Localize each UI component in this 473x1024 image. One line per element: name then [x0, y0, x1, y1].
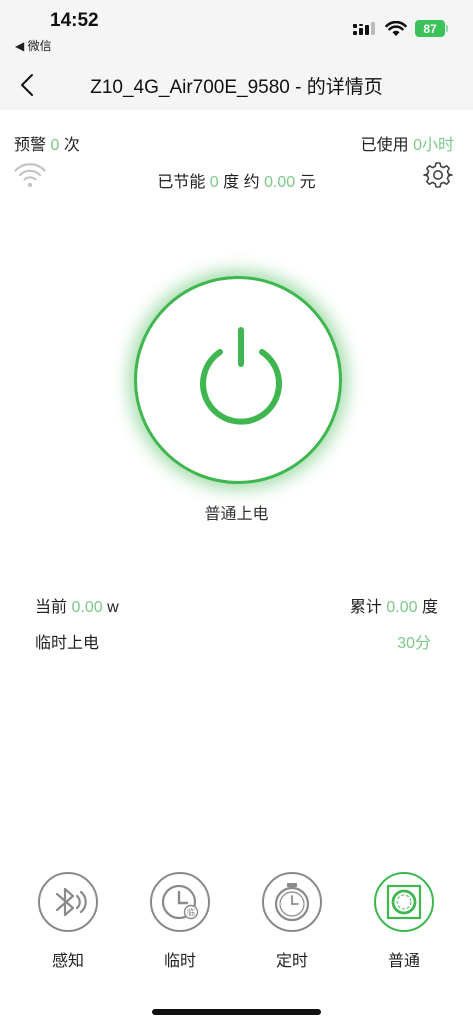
- saved-money-value: 0.00: [264, 174, 296, 191]
- temp-clock-icon: 临: [161, 884, 199, 920]
- saved-unit: 度 约: [223, 174, 260, 191]
- home-indicator[interactable]: [152, 1009, 321, 1015]
- saved-value: 0: [209, 174, 219, 191]
- total-unit: 度: [421, 599, 438, 616]
- tab-timer-label: 定时: [275, 953, 308, 970]
- usage-time: 已使用 0小时: [361, 131, 454, 155]
- saved-money-unit: 元: [299, 174, 316, 191]
- tab-normal-button[interactable]: [374, 872, 434, 932]
- warning-label: 预警: [14, 137, 47, 154]
- tab-timer[interactable]: 定时: [252, 872, 332, 971]
- power-toggle-button[interactable]: [134, 276, 342, 484]
- warning-unit: 次: [63, 137, 80, 154]
- total-label: 累计: [349, 599, 382, 616]
- normal-power-icon: [386, 884, 422, 920]
- tab-temp-label: 临时: [163, 953, 196, 970]
- warning-value: 0: [50, 137, 60, 154]
- battery-level: 87: [423, 21, 437, 36]
- tab-temp-button[interactable]: 临: [150, 872, 210, 932]
- temp-power-duration: 30分: [397, 635, 431, 652]
- nav-bar: Z10_4G_Air700E_9580 - 的详情页: [0, 60, 473, 110]
- usage-value: 0小时: [413, 137, 454, 154]
- wifi-status-icon: [385, 20, 407, 36]
- tab-sense[interactable]: 感知: [28, 872, 108, 971]
- total-value: 0.00: [386, 599, 418, 616]
- status-icons: 87: [353, 20, 448, 37]
- bluetooth-sense-icon: [55, 887, 87, 917]
- tab-sense-button[interactable]: [38, 872, 98, 932]
- energy-saved: 已节能 0 度 约 0.00 元: [0, 168, 473, 192]
- saved-label: 已节能: [157, 174, 206, 191]
- usage-label: 已使用: [360, 137, 409, 154]
- settings-gear-icon[interactable]: [423, 160, 453, 190]
- tab-temp[interactable]: 临 临时: [140, 872, 220, 971]
- accumulated-energy: 累计 0.00 度: [350, 593, 438, 617]
- status-bar: 14:52 ◀ 微信 87: [0, 0, 473, 60]
- power-mode-label: 普通上电: [204, 506, 269, 523]
- tab-normal[interactable]: 普通: [364, 872, 444, 971]
- tab-timer-button[interactable]: [262, 872, 322, 932]
- temp-power-label: 临时上电: [35, 635, 100, 652]
- alarm-clock-icon: [274, 883, 310, 922]
- current-unit: w: [107, 599, 119, 616]
- tab-normal-label: 普通: [387, 953, 420, 970]
- current-power: 当前 0.00 w: [35, 593, 119, 617]
- mode-tab-bar: 感知 临 临时 定时 普通: [0, 872, 473, 982]
- battery-icon: 87: [415, 20, 448, 37]
- back-to-app-link[interactable]: ◀ 微信: [15, 37, 52, 54]
- page-title: Z10_4G_Air700E_9580 - 的详情页: [90, 77, 383, 98]
- status-time: 14:52: [50, 10, 99, 31]
- power-icon: [200, 327, 282, 425]
- warning-count: 预警 0 次: [14, 131, 80, 155]
- tab-sense-label: 感知: [51, 953, 84, 970]
- svg-text:临: 临: [187, 907, 195, 917]
- cellular-signal-icon: [353, 21, 375, 35]
- current-value: 0.00: [71, 599, 103, 616]
- current-label: 当前: [35, 599, 68, 616]
